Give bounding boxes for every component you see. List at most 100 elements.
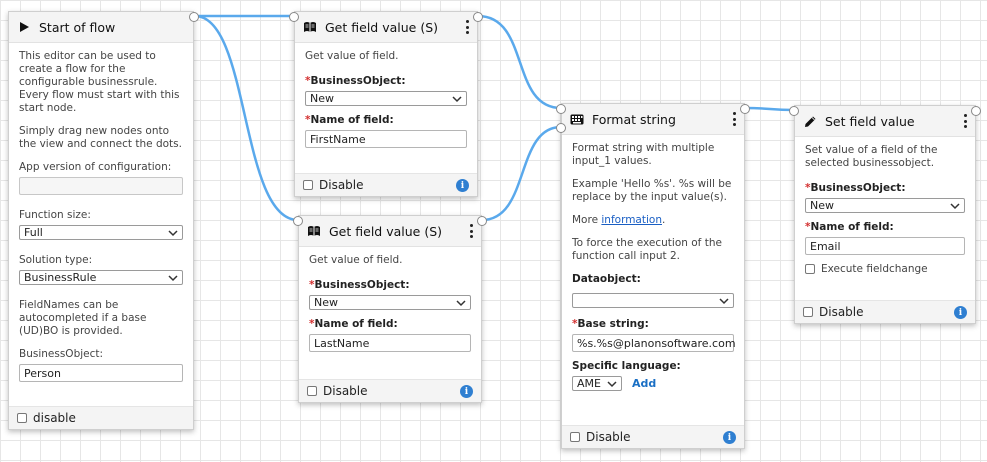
force-execution-hint: To force the execution of the function c… [572,237,722,262]
info-icon[interactable]: i [723,431,736,444]
format-string-header[interactable]: Format string [562,104,744,135]
more-menu-icon[interactable] [469,224,473,238]
book-icon [303,20,317,34]
language-value: AME [577,377,601,390]
execute-fieldchange-checkbox[interactable] [805,264,815,274]
disable-checkbox[interactable] [570,432,580,442]
base-string-label: *Base string: [572,318,649,330]
set-field-footer: Disable i [795,300,975,323]
start-node-footer: disable [9,406,193,429]
format-string-footer: Disable i [562,425,744,448]
information-link[interactable]: information [601,214,662,226]
chevron-down-icon [719,296,729,306]
field-name-label: *Name of field: [309,318,398,330]
field-name-label: *Name of field: [305,114,394,126]
format-example: Example 'Hello %s'. %s will be replace b… [572,178,732,203]
set-field-value-node[interactable]: Set field value Set value of a field of … [789,105,981,324]
input-port[interactable] [293,216,303,226]
business-object-select[interactable]: New [305,91,467,106]
output-port[interactable] [473,12,483,22]
node-description: Get value of field. [309,254,403,266]
disable-checkbox[interactable] [303,180,313,190]
language-select[interactable]: AME [572,376,622,391]
node-description: Set value of a field of the selected bus… [805,144,938,169]
info-icon[interactable]: i [456,179,469,192]
get-field-1-header[interactable]: Get field value (S) [295,12,477,43]
dataobject-label: Dataobject: [572,273,641,285]
format-string-node[interactable]: Format string Format string with multipl… [556,103,750,449]
business-object-select[interactable]: New [805,198,965,213]
wire-format-to-set [744,106,795,112]
pencil-icon [803,114,817,128]
start-node-header[interactable]: Start of flow [9,12,193,43]
chevron-down-icon [607,379,617,389]
info-icon[interactable]: i [460,385,473,398]
add-language-button[interactable]: Add [632,377,656,390]
info-icon[interactable]: i [954,306,967,319]
wire-get1-to-format [477,14,562,110]
solution-type-select[interactable]: BusinessRule [19,270,183,285]
business-object-label: *BusinessObject: [805,182,906,194]
node-title: Get field value (S) [325,19,439,35]
app-version-input[interactable] [19,177,183,195]
input-port-1[interactable] [556,104,566,114]
disable-label: Disable [819,305,864,319]
specific-language-label: Specific language: [572,360,681,372]
get-field-2-header[interactable]: Get field value (S) [299,216,481,247]
disable-checkbox[interactable] [17,413,27,423]
dataobject-select[interactable] [572,293,734,308]
chevron-down-icon [456,298,466,308]
output-port[interactable] [477,216,487,226]
chevron-down-icon [168,273,178,283]
get-field-2-footer: Disable i [299,379,481,402]
base-string-input[interactable]: %s.%s@planonsoftware.com [572,334,736,352]
business-object-label: *BusinessObject: [309,279,410,291]
more-information: More information. [572,214,666,226]
chevron-down-icon [950,201,960,211]
business-object-value: New [310,92,334,105]
more-menu-icon[interactable] [963,114,967,128]
field-name-input[interactable]: LastName [309,334,471,352]
business-object-label: BusinessObject: [19,348,104,360]
business-object-select[interactable]: New [309,295,471,310]
output-port[interactable] [971,106,981,116]
chevron-down-icon [452,94,462,104]
function-size-select[interactable]: Full [19,225,183,240]
input-port[interactable] [289,12,299,22]
business-object-value: New [810,199,834,212]
field-name-input[interactable]: FirstName [305,130,467,148]
node-title: Set field value [825,113,915,129]
node-title: Start of flow [39,19,116,35]
function-size-label: Function size: [19,209,91,221]
input-port[interactable] [789,106,799,116]
more-menu-icon[interactable] [465,20,469,34]
disable-checkbox[interactable] [803,307,813,317]
language-row: AME Add [572,376,734,391]
input-port-2[interactable] [556,123,566,133]
disable-label: disable [33,411,76,425]
output-port[interactable] [740,104,750,114]
business-object-value: New [314,296,338,309]
function-size-value: Full [24,226,43,239]
field-name-label: *Name of field: [805,221,894,233]
node-description: Get value of field. [305,50,399,62]
more-menu-icon[interactable] [732,112,736,126]
disable-label: Disable [319,178,364,192]
set-field-header[interactable]: Set field value [795,106,975,137]
disable-checkbox[interactable] [307,386,317,396]
start-node-description: This editor can be used to create a flow… [19,50,180,114]
book-icon [307,224,321,238]
start-node-hint: Simply drag new nodes onto the view and … [19,125,182,150]
business-object-input[interactable]: Person [19,364,183,382]
wire-get2-to-format [481,125,562,222]
start-of-flow-node[interactable]: Start of flow This editor can be used to… [8,11,199,430]
get-field-1-footer: Disable i [295,173,477,196]
field-name-input[interactable]: Email [805,237,965,255]
node-description: Format string with multiple input_1 valu… [572,142,715,167]
app-version-label: App version of configuration: [19,161,172,173]
get-field-value-node-2[interactable]: Get field value (S) Get value of field. … [293,215,487,403]
get-field-value-node-1[interactable]: Get field value (S) Get value of field. … [289,11,483,197]
chevron-down-icon [168,228,178,238]
output-port[interactable] [189,12,199,22]
play-icon [17,20,31,34]
